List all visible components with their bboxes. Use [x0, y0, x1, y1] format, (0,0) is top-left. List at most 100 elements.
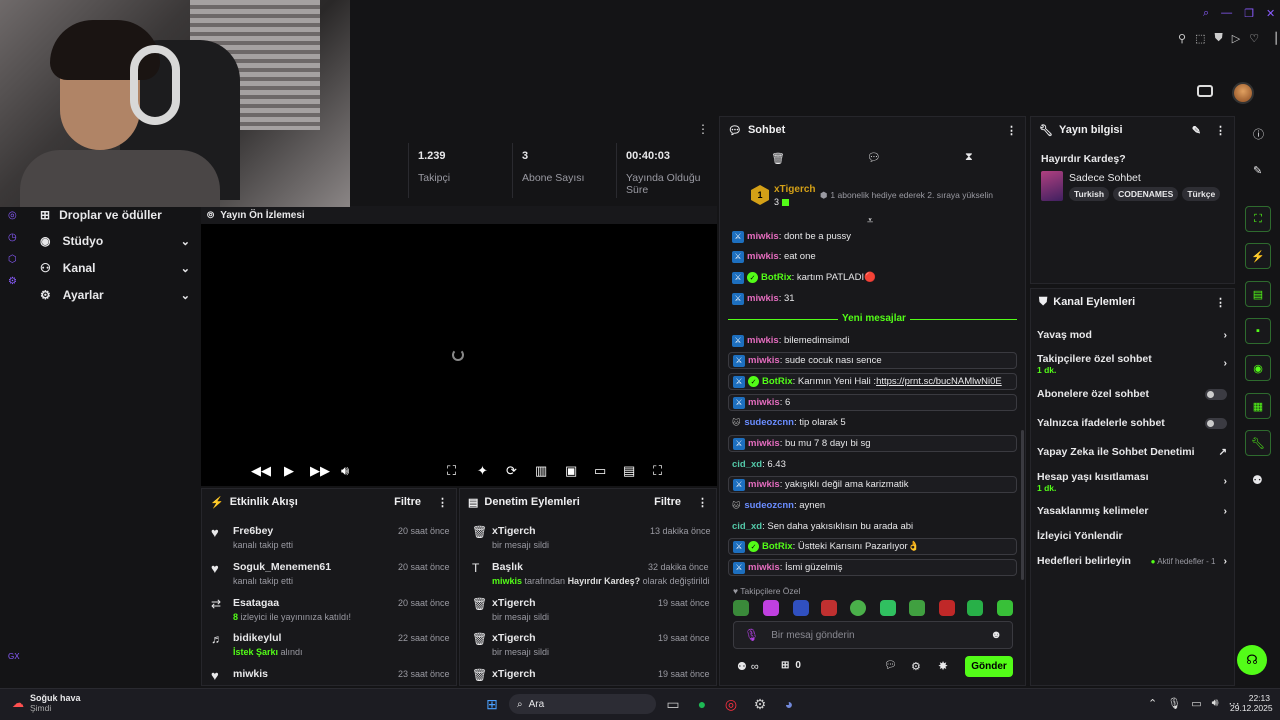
gift-count[interactable]: ⊞ 0	[781, 660, 801, 671]
action-banned-words[interactable]: Yasaklanmış kelimeler ›	[1037, 505, 1227, 517]
action-goals[interactable]: Hedefleri belirleyin ● Aktif hedefler - 1…	[1037, 555, 1227, 567]
points-display[interactable]: ⚉ ∞	[737, 660, 759, 674]
stats-icon[interactable]: ▥	[535, 463, 547, 479]
tag[interactable]: Turkish	[1069, 187, 1110, 201]
chat-user[interactable]: BotRix	[761, 272, 792, 283]
list-item[interactable]: 🗑︎ xTigerch bir mesajı sildi	[472, 525, 549, 550]
chat-icon[interactable]: 💬︎	[867, 151, 881, 164]
chevron-up-icon[interactable]: ⌃	[1148, 697, 1157, 710]
nav-settings[interactable]: ⚙ Ayarlar ⌄	[40, 288, 190, 302]
task-view-icon[interactable]: ▭	[661, 694, 685, 714]
trash-icon[interactable]: 🗑︎	[771, 152, 785, 165]
steam-icon[interactable]: ⚙	[748, 694, 772, 714]
circle-icon[interactable]: ◎	[8, 205, 17, 227]
chat-button[interactable]: ▪	[1245, 318, 1271, 344]
gx-icon[interactable]: GX	[8, 652, 20, 661]
moderation-filter-button[interactable]: Filtre	[654, 496, 681, 508]
action-slow-mode[interactable]: Yavaş mod ›	[1037, 329, 1227, 341]
action-raid[interactable]: İzleyici Yönlendir	[1037, 530, 1227, 542]
sidebar-icon[interactable]: ▕	[1268, 32, 1276, 45]
clip-icon[interactable]	[1197, 85, 1213, 97]
wrench-button[interactable]: 🔧︎	[1245, 430, 1271, 456]
chat-user[interactable]: miwkis	[747, 293, 779, 304]
play-icon[interactable]: ▷	[1232, 32, 1240, 45]
chat-user[interactable]: sudeozcnn	[744, 417, 794, 428]
rewind-icon[interactable]: ◀◀	[251, 463, 271, 479]
history-icon[interactable]: ◷	[8, 227, 17, 249]
subscribers-only-toggle[interactable]	[1205, 388, 1227, 400]
layout-button[interactable]: ▦	[1245, 393, 1271, 419]
emote[interactable]	[997, 600, 1013, 616]
chat-user[interactable]: miwkis	[747, 231, 779, 242]
moderation-menu-icon[interactable]: ⋮	[697, 496, 708, 509]
emote[interactable]	[763, 600, 779, 616]
scroll-down-icon[interactable]: ⩡	[867, 215, 873, 228]
bolt-button[interactable]: ⚡	[1245, 243, 1271, 269]
chat-user[interactable]: BotRix	[762, 541, 793, 552]
activity-menu-icon[interactable]: ⋮	[437, 496, 448, 509]
clock[interactable]: 22:13 29.12.2025	[1230, 693, 1273, 713]
clip-button[interactable]: ⛶	[1245, 206, 1271, 232]
list-item[interactable]: 🗑︎ xTigerch	[472, 668, 536, 682]
list-item[interactable]: ♥ miwkis	[211, 668, 268, 683]
chat-user[interactable]: miwkis	[747, 251, 779, 262]
notes-button[interactable]: ▤	[1245, 281, 1271, 307]
stream-info-menu-icon[interactable]: ⋮	[1215, 124, 1226, 137]
tag[interactable]: CODENAMES	[1113, 187, 1179, 201]
emote[interactable]	[850, 600, 866, 616]
chat-user[interactable]: miwkis	[748, 355, 780, 366]
crop-icon[interactable]: ⛶	[447, 463, 456, 479]
hourglass-icon[interactable]: ⧗	[965, 151, 973, 164]
broadcast-button[interactable]: ◉	[1245, 355, 1271, 381]
chat-input[interactable]: 🎙︎ Bir mesaj gönderin ☻	[733, 621, 1013, 649]
search-icon[interactable]: ⌕	[1203, 7, 1209, 20]
spotify-icon[interactable]: ●	[690, 694, 714, 714]
tag[interactable]: Türkçe	[1182, 187, 1221, 201]
badge-icon[interactable]: ✸	[938, 659, 948, 673]
pencil-icon[interactable]: ✎	[1253, 164, 1262, 177]
category-name[interactable]: Sadece Sohbet	[1069, 172, 1141, 184]
discord-icon[interactable]: ◕	[777, 694, 801, 714]
avatar[interactable]	[1232, 82, 1254, 104]
action-followers-only[interactable]: Takipçilere özel sohbet 1 dk. ›	[1037, 353, 1227, 375]
sparkle-icon[interactable]: ✦	[477, 463, 488, 479]
fullscreen-icon[interactable]: ⛶	[653, 463, 662, 479]
support-button[interactable]: ☊	[1237, 645, 1267, 675]
users-icon[interactable]: ⚉	[1252, 473, 1263, 487]
info-icon[interactable]: ⓘ	[1253, 126, 1264, 142]
crop-icon[interactable]: ⬚	[1195, 32, 1205, 45]
shield-icon[interactable]: ⛊	[1214, 32, 1222, 45]
chat-user[interactable]: miwkis	[747, 335, 779, 346]
chat-user[interactable]: miwkis	[748, 397, 780, 408]
list-item[interactable]: 🗑︎ xTigerch bir mesajı sildi	[472, 597, 549, 622]
replay-icon[interactable]: ⟳	[506, 463, 517, 479]
mic-icon[interactable]: 🎙︎	[1167, 697, 1181, 710]
list-item[interactable]: ♥ Soguk_Menemen61 kanalı takip etti	[211, 561, 331, 586]
taskbar-search[interactable]: ⌕ Ara	[509, 694, 656, 714]
emote[interactable]	[880, 600, 896, 616]
close-icon[interactable]: ✕	[1266, 7, 1275, 20]
chat-link[interactable]: https://prnt.sc/bucNAMlwNi0E	[876, 376, 1002, 387]
chat-user[interactable]: cid_xd	[732, 521, 762, 532]
minimize-icon[interactable]: —	[1221, 7, 1232, 20]
chat-scrollbar[interactable]	[1021, 430, 1024, 580]
chat-menu-icon[interactable]: ⋮	[1006, 124, 1017, 137]
restore-icon[interactable]: ❐	[1244, 7, 1254, 20]
volume-icon[interactable]: 🔊︎	[341, 463, 349, 479]
list-item[interactable]: ⇄ Esatagaa 8 izleyici ile yayınınıza katıl…	[211, 597, 351, 622]
pip-icon[interactable]: ▣	[565, 463, 577, 479]
opera-icon[interactable]: ◎	[719, 694, 743, 714]
action-ai-moderation[interactable]: Yapay Zeka ile Sohbet Denetimi ↗	[1037, 446, 1227, 458]
chat-user[interactable]: BotRix	[762, 376, 793, 387]
weather-widget[interactable]: ☁ Soğuk hava Şimdi	[12, 693, 81, 713]
windows-start-icon[interactable]: ⊞	[480, 694, 504, 714]
emote[interactable]	[733, 600, 749, 616]
play-icon[interactable]: ▶	[284, 463, 294, 479]
category-thumbnail[interactable]	[1041, 171, 1063, 201]
send-button[interactable]: Gönder	[965, 656, 1013, 677]
chat-user[interactable]: miwkis	[748, 438, 780, 449]
pin-icon[interactable]: ⚲	[1178, 32, 1186, 45]
emote[interactable]	[939, 600, 955, 616]
nav-channel[interactable]: ⚇ Kanal ⌄	[40, 261, 190, 275]
mini-player-icon[interactable]: ▤	[623, 463, 635, 479]
